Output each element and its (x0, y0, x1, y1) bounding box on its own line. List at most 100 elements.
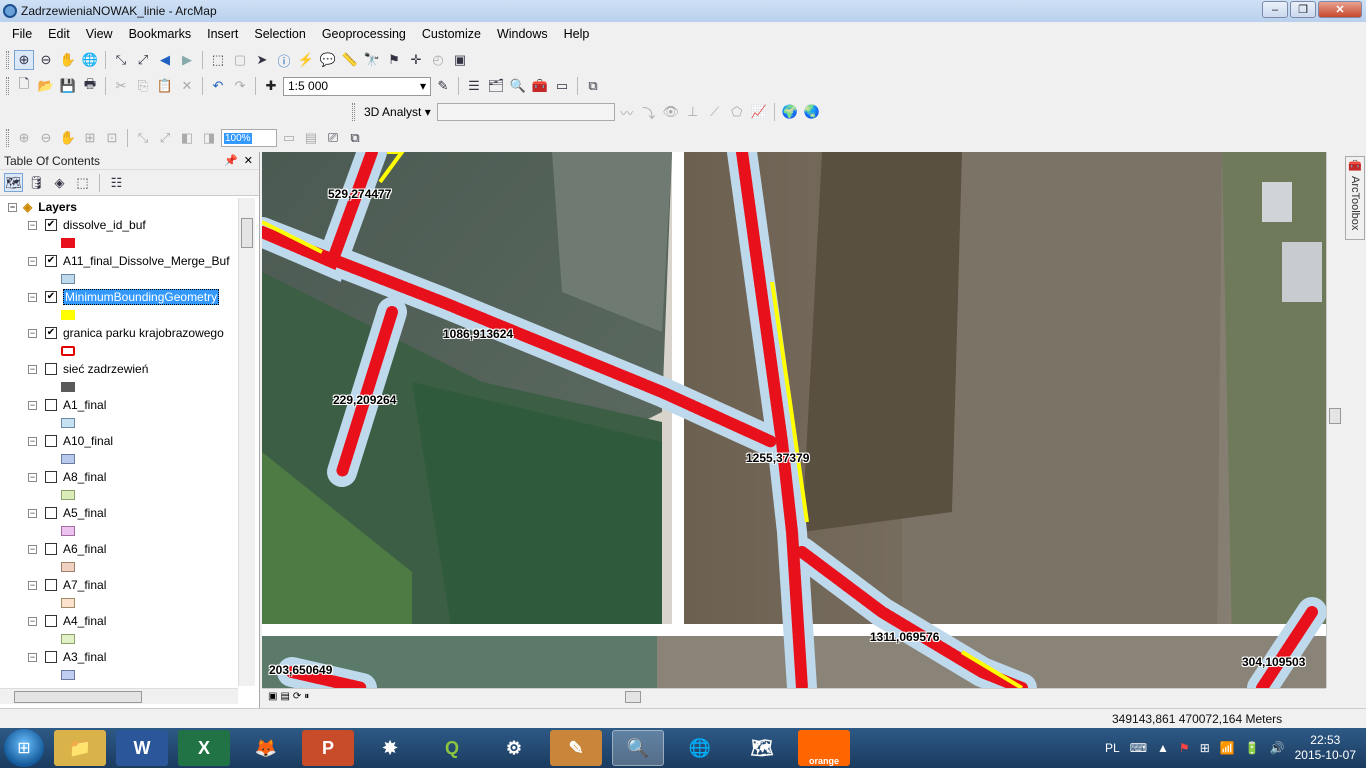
menu-windows[interactable]: Windows (489, 27, 556, 41)
data-driven-pages-icon[interactable]: ⧉ (345, 128, 365, 148)
language-indicator[interactable]: PL (1105, 741, 1120, 755)
collapse-icon[interactable]: − (28, 328, 37, 338)
interpolate-line-icon[interactable]: ⟋ (705, 102, 725, 122)
volume-icon[interactable]: 🔊 (1270, 741, 1285, 755)
layer-symbol-row[interactable] (0, 450, 238, 468)
go-to-xy-icon[interactable]: ✛ (406, 50, 426, 70)
layer-visibility-checkbox[interactable] (45, 507, 57, 519)
redo-icon[interactable]: ↷ (230, 76, 250, 96)
previous-extent-icon[interactable]: ◧ (177, 128, 197, 148)
menu-insert[interactable]: Insert (199, 27, 246, 41)
layer-symbol-swatch[interactable] (61, 274, 75, 284)
menu-bookmarks[interactable]: Bookmarks (121, 27, 200, 41)
fixed-zoom-out-icon[interactable]: ⤢ (133, 50, 153, 70)
taskbar-explorer[interactable]: 📁 (54, 730, 106, 766)
layer-name[interactable]: A6_final (63, 542, 106, 556)
layer-name[interactable]: sieć zadrzewień (63, 362, 148, 376)
layer-symbol-swatch[interactable] (61, 238, 75, 248)
toc-vertical-scrollbar[interactable] (238, 198, 255, 686)
pan-icon[interactable]: ✋ (58, 50, 78, 70)
layer-symbol-row[interactable] (0, 234, 238, 252)
refresh-icon[interactable]: ⟳ (293, 691, 301, 702)
collapse-icon[interactable]: − (28, 544, 37, 554)
menu-customize[interactable]: Customize (414, 27, 489, 41)
new-document-icon[interactable]: 🗋 (14, 76, 34, 96)
collapse-icon[interactable]: − (28, 256, 37, 266)
layer-symbol-row[interactable] (0, 666, 238, 684)
toolbar-grip[interactable] (6, 77, 9, 95)
search-window-icon[interactable]: 🔍 (508, 76, 528, 96)
layer-symbol-swatch[interactable] (61, 454, 75, 464)
layer-symbol-row[interactable] (0, 378, 238, 396)
layer-symbol-swatch[interactable] (61, 310, 75, 320)
layout-view-icon[interactable]: ▤ (280, 691, 289, 702)
toc-layer-row[interactable]: − A6_final (0, 540, 238, 558)
zoom-in-icon[interactable]: ⊕ (14, 50, 34, 70)
copy-icon[interactable]: ⎘ (133, 76, 153, 96)
taskbar-map[interactable]: 🗺 (736, 730, 788, 766)
menu-file[interactable]: File (4, 27, 40, 41)
taskbar-firefox[interactable]: 🦊 (240, 730, 292, 766)
layer-symbol-row[interactable] (0, 630, 238, 648)
line-of-sight-icon[interactable]: 👁 (661, 102, 681, 122)
layer-symbol-swatch[interactable] (61, 490, 75, 500)
measure-icon[interactable]: 📏 (340, 50, 360, 70)
collapse-icon[interactable]: − (28, 400, 37, 410)
arctoolbox-tab[interactable]: 🧰 ArcToolbox (1345, 156, 1365, 240)
collapse-icon[interactable]: − (28, 292, 37, 302)
undo-icon[interactable]: ↶ (208, 76, 228, 96)
time-slider-icon[interactable]: ◴ (428, 50, 448, 70)
find-route-icon[interactable]: ⚑ (384, 50, 404, 70)
taskbar-orange[interactable]: orange (798, 730, 850, 766)
collapse-icon[interactable]: − (28, 616, 37, 626)
layer-symbol-swatch[interactable] (61, 418, 75, 428)
profile-graph-icon[interactable]: 📈 (749, 102, 769, 122)
add-data-icon[interactable]: ✚ (261, 76, 281, 96)
keyboard-icon[interactable]: ⌨ (1130, 741, 1147, 755)
3d-layer-combobox[interactable] (436, 103, 615, 121)
toc-layer-row[interactable]: − A5_final (0, 504, 238, 522)
forward-icon[interactable]: ▶ (177, 50, 197, 70)
next-extent-icon[interactable]: ◨ (199, 128, 219, 148)
layer-symbol-row[interactable] (0, 486, 238, 504)
select-elements-icon[interactable]: ➤ (252, 50, 272, 70)
list-by-selection-icon[interactable]: ⬚ (73, 173, 92, 192)
show-hidden-icons-icon[interactable]: ▲ (1157, 741, 1169, 755)
layer-visibility-checkbox[interactable] (45, 615, 57, 627)
toc-layer-row[interactable]: − A4_final (0, 612, 238, 630)
layer-symbol-row[interactable] (0, 306, 238, 324)
minimize-button[interactable]: ‒ (1262, 1, 1288, 18)
arcscene-icon[interactable]: 🌍 (780, 102, 800, 122)
layout-zoom-out-icon[interactable]: ⊖ (36, 128, 56, 148)
open-icon[interactable]: 📂 (36, 76, 56, 96)
layer-visibility-checkbox[interactable] (45, 363, 57, 375)
close-button[interactable]: ✕ (1318, 1, 1362, 18)
layer-visibility-checkbox[interactable] (45, 471, 57, 483)
scroll-thumb[interactable] (625, 691, 641, 703)
identify-icon[interactable]: ⓘ (274, 50, 294, 70)
layer-symbol-swatch[interactable] (61, 526, 75, 536)
toc-layer-row[interactable]: − ✔ MinimumBoundingGeometry (0, 288, 238, 306)
cut-icon[interactable]: ✂ (111, 76, 131, 96)
paste-icon[interactable]: 📋 (155, 76, 175, 96)
taskbar-tool[interactable]: ⚙ (488, 730, 540, 766)
layer-symbol-swatch[interactable] (61, 670, 75, 680)
toc-layer-row[interactable]: − A10_final (0, 432, 238, 450)
zoom-out-icon[interactable]: ⊖ (36, 50, 56, 70)
html-popup-icon[interactable]: 💬 (318, 50, 338, 70)
layers-data-frame[interactable]: − ◈ Layers (0, 198, 238, 216)
layer-name[interactable]: MinimumBoundingGeometry (63, 289, 220, 305)
find-icon[interactable]: 🔭 (362, 50, 382, 70)
layer-name[interactable]: A3_final (63, 650, 106, 664)
collapse-icon[interactable]: − (28, 652, 37, 662)
layer-name[interactable]: granica parku krajobrazowego (63, 326, 224, 340)
layer-name[interactable]: dissolve_id_buf (63, 218, 146, 232)
layer-visibility-checkbox[interactable]: ✔ (45, 291, 57, 303)
map-horizontal-scrollbar[interactable]: ▣ ▤ ⟳ ⏸ (262, 688, 1326, 704)
menu-selection[interactable]: Selection (246, 27, 313, 41)
taskbar-word[interactable]: W (116, 730, 168, 766)
full-extent-icon[interactable]: 🌐 (80, 50, 100, 70)
layer-symbol-swatch[interactable] (61, 634, 75, 644)
python-window-icon[interactable]: ▭ (552, 76, 572, 96)
save-icon[interactable]: 💾 (58, 76, 78, 96)
